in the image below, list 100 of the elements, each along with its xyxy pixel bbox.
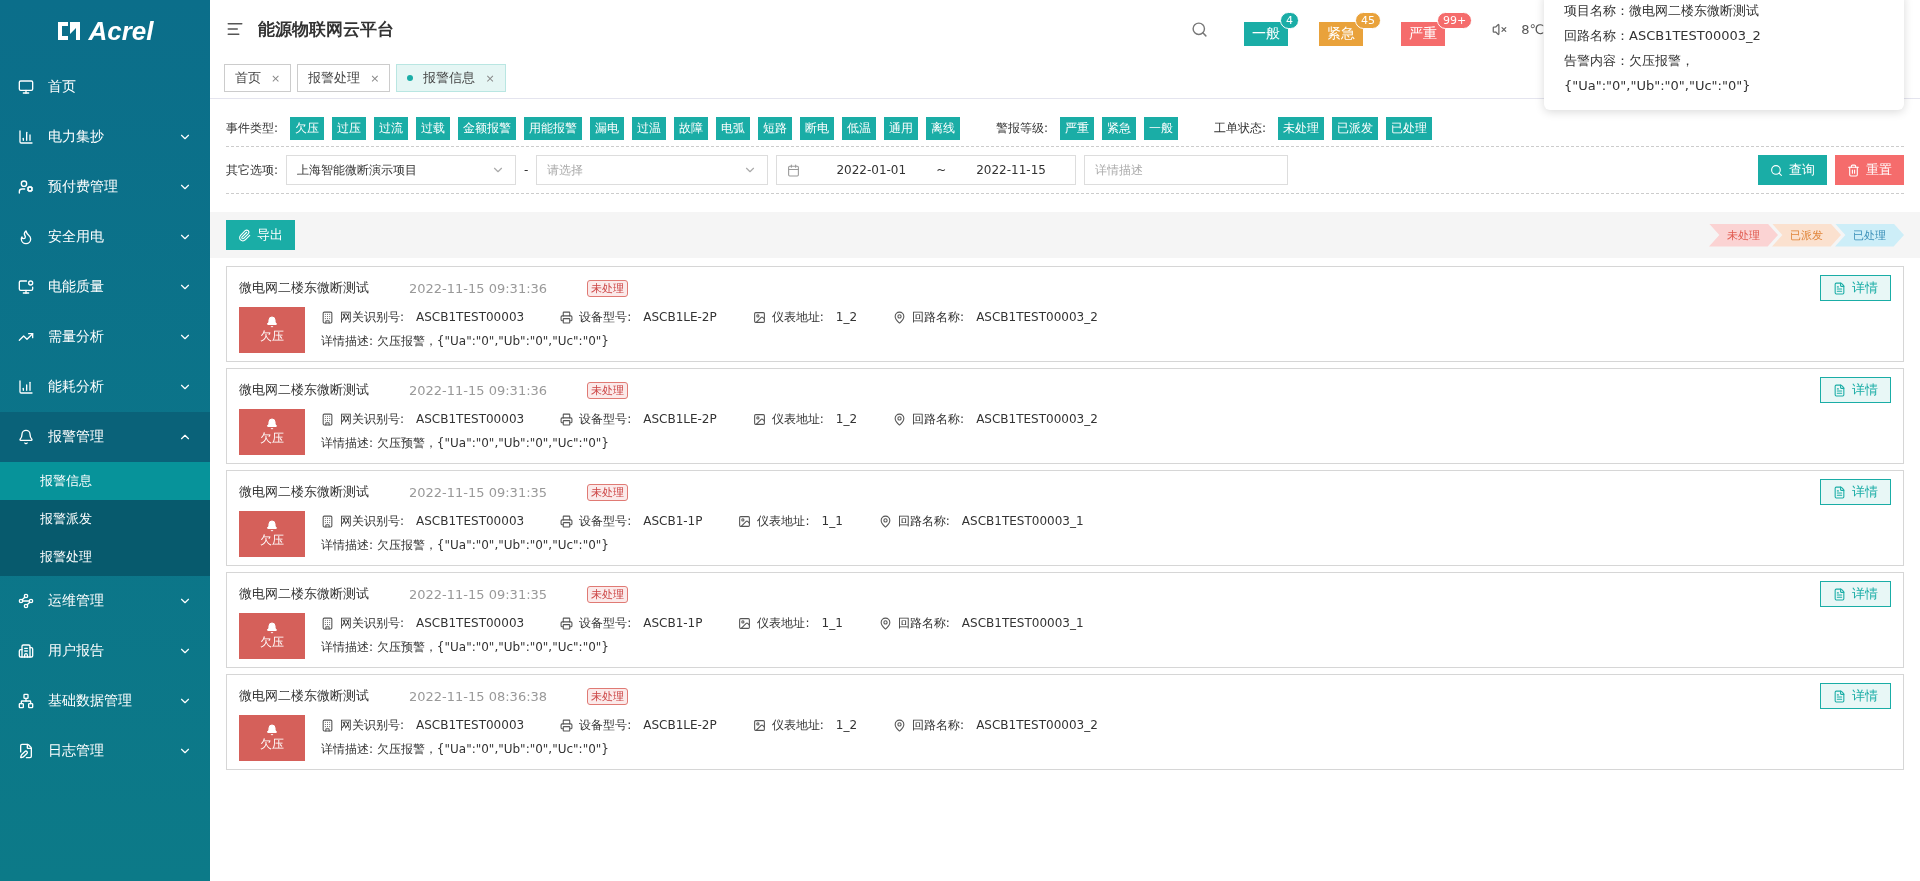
printer-icon (560, 310, 574, 324)
monitor-icon (18, 79, 34, 95)
query-button[interactable]: 查询 (1758, 155, 1827, 185)
filter-tag[interactable]: 用能报警 (524, 117, 583, 140)
nav-item[interactable]: 用户报告 (0, 626, 210, 676)
nav-item[interactable]: 基础数据管理 (0, 676, 210, 726)
nav-item[interactable]: 需量分析 (0, 312, 210, 362)
page-tab[interactable]: 报警处理 × (297, 64, 391, 92)
building-icon (321, 310, 334, 324)
details-button[interactable]: 详情 (1820, 581, 1891, 607)
nav-item[interactable]: 首页 (0, 62, 210, 112)
date-range-field[interactable]: 2022-01-01 ~ 2022-11-15 (776, 155, 1077, 185)
details-button[interactable]: 详情 (1820, 683, 1891, 709)
filter-tag[interactable]: 已处理 (1386, 117, 1433, 140)
filter-tag[interactable]: 欠压 (290, 117, 325, 140)
active-dot-icon (407, 75, 414, 81)
filter-tag[interactable]: 短路 (758, 117, 793, 140)
filter-tag[interactable]: 离线 (926, 117, 961, 140)
alarm-type: 欠压 (260, 735, 284, 753)
filter-tag[interactable]: 过载 (416, 117, 451, 140)
mute-icon[interactable] (1492, 21, 1508, 37)
tooltip-value: 欠压报警， (1629, 53, 1694, 68)
menu-icon[interactable] (226, 20, 244, 38)
filter-tag[interactable]: 未处理 (1278, 117, 1325, 140)
count-badge: 45 (1354, 12, 1381, 29)
project-select[interactable]: 上海智能微断演示项目 (286, 155, 517, 185)
nav-item[interactable]: 预付费管理 (0, 162, 210, 212)
filter-tag[interactable]: 金额报警 (458, 117, 517, 140)
alert-level-button[interactable]: 严重 (1400, 22, 1445, 46)
building-icon (321, 412, 334, 426)
reset-button[interactable]: 重置 (1835, 155, 1904, 185)
document-icon (1833, 485, 1846, 499)
nav-subitem[interactable]: 报警处理 (0, 538, 210, 576)
count-badge: 4 (1279, 12, 1299, 29)
field-value: ASCB1TEST00003 (416, 412, 525, 426)
filter-tag[interactable]: 过流 (374, 117, 409, 140)
field-value: ASCB1TEST00003_2 (976, 310, 1098, 324)
nav-subitem[interactable]: 报警信息 (0, 462, 210, 500)
details-button[interactable]: 详情 (1820, 479, 1891, 505)
filter-tag[interactable]: 断电 (800, 117, 835, 140)
filter-tag[interactable]: 严重 (1060, 117, 1095, 140)
building-icon (18, 643, 34, 659)
field-value: ASCB1LE-2P (643, 310, 717, 324)
nav-subitem[interactable]: 报警派发 (0, 500, 210, 538)
field-value: ASCB1TEST00003_2 (976, 412, 1098, 426)
temperature: 8℃ (1521, 21, 1544, 37)
user-icon (18, 179, 34, 195)
field-label: 设备型号: (579, 716, 632, 734)
status-badge: 未处理 (587, 483, 629, 501)
page-tab[interactable]: 首页 × (224, 64, 292, 92)
bell-icon (266, 621, 278, 634)
details-button[interactable]: 详情 (1820, 275, 1891, 301)
filter-tag[interactable]: 一般 (1144, 117, 1179, 140)
filter-tag[interactable]: 低温 (842, 117, 877, 140)
nav-item[interactable]: 日志管理 (0, 726, 210, 776)
description-input[interactable]: 详情描述 (1084, 155, 1289, 185)
filter-tag[interactable]: 故障 (674, 117, 709, 140)
alarm-description: 详情描述: 欠压预警，{"Ua":"0","Ub":"0","Uc":"0"} (321, 435, 610, 452)
filter-tag[interactable]: 过压 (332, 117, 367, 140)
alert-level-button[interactable]: 一般 (1243, 22, 1288, 46)
map-pin-icon (878, 514, 892, 528)
calendar-icon (787, 163, 801, 177)
image-icon (738, 514, 752, 528)
filter-tag[interactable]: 已派发 (1332, 117, 1379, 140)
close-icon[interactable]: × (370, 71, 380, 85)
bar-chart-icon (18, 379, 34, 395)
select-field[interactable]: 请选择 (536, 155, 769, 185)
page-tab[interactable]: 报警信息 × (396, 64, 506, 92)
bell-icon (266, 417, 278, 430)
count-badge: 99+ (1436, 12, 1473, 29)
details-button[interactable]: 详情 (1820, 377, 1891, 403)
filter-tag[interactable]: 电弧 (716, 117, 751, 140)
field-value: ASCB1LE-2P (643, 412, 717, 426)
export-button[interactable]: 导出 (226, 220, 295, 250)
alert-level-button[interactable]: 紧急 (1318, 22, 1363, 46)
filter-tag[interactable]: 漏电 (590, 117, 625, 140)
close-icon[interactable]: × (485, 71, 495, 85)
filter-tag[interactable]: 通用 (884, 117, 919, 140)
field-label: 设备型号: (579, 410, 632, 428)
field-value: 1_2 (835, 412, 858, 426)
nav-item[interactable]: 电能质量 (0, 262, 210, 312)
printer-icon (560, 718, 574, 732)
search-icon[interactable] (1190, 20, 1208, 38)
app-title: 能源物联网云平台 (258, 17, 394, 41)
image-icon (752, 412, 766, 426)
nav-item[interactable]: 安全用电 (0, 212, 210, 262)
logo-icon (56, 20, 83, 42)
field-label: 仪表地址: (757, 614, 810, 632)
alarm-description: 详情描述: 欠压报警，{"Ua":"0","Ub":"0","Uc":"0"} (321, 741, 610, 758)
nav-item[interactable]: 报警管理 (0, 412, 210, 462)
nav-item[interactable]: 能耗分析 (0, 362, 210, 412)
filter-tag[interactable]: 过温 (632, 117, 667, 140)
tooltip-value: 微电网二楼东微断测试 (1629, 3, 1759, 18)
nav-item[interactable]: 电力集抄 (0, 112, 210, 162)
nav-item[interactable]: 运维管理 (0, 576, 210, 626)
field-value: 1_1 (821, 616, 843, 630)
field-label: 回路名称: (897, 614, 950, 632)
close-icon[interactable]: × (271, 71, 281, 85)
alarm-type: 欠压 (260, 531, 284, 549)
filter-tag[interactable]: 紧急 (1102, 117, 1137, 140)
